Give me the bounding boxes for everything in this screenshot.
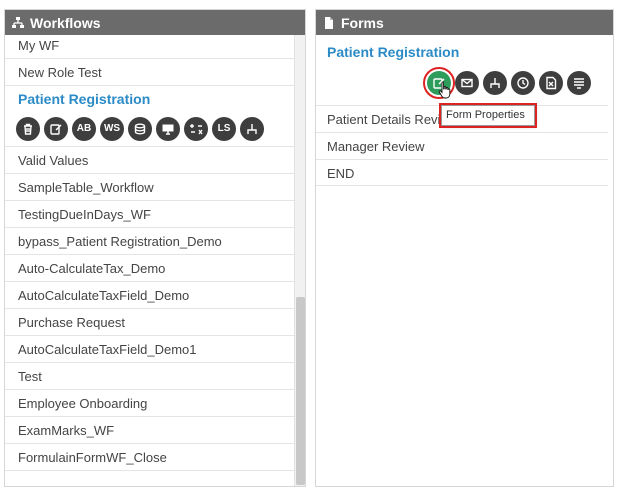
workflow-list-item[interactable]: Purchase Request <box>5 309 295 336</box>
list-icon[interactable] <box>567 71 591 95</box>
workflow-list-item[interactable]: AutoCalculateTaxField_Demo1 <box>5 336 295 363</box>
workflow-list-item[interactable]: Valid Values <box>5 147 295 174</box>
workflow-list-item[interactable]: New Role Test <box>5 59 295 86</box>
ws-icon[interactable]: WS <box>100 116 124 141</box>
workflow-list-item[interactable]: FormulainFormWF_Close <box>5 444 295 471</box>
selected-workflow-title: Patient Registration <box>327 44 460 60</box>
workflow-branch-icon[interactable] <box>240 116 264 141</box>
edit-icon[interactable] <box>44 116 68 141</box>
workflow-scrollbar[interactable] <box>294 35 305 486</box>
trash-icon[interactable] <box>16 116 40 141</box>
workflow-list-item[interactable]: AutoCalculateTaxField_Demo <box>5 282 295 309</box>
forms-title: Forms <box>341 14 384 31</box>
workflow-list-item[interactable]: Test <box>5 363 295 390</box>
ls-icon[interactable]: LS <box>212 116 236 141</box>
forms-panel: Forms Patient Registration Patient Detai… <box>315 9 614 487</box>
monitor-icon[interactable] <box>156 116 180 141</box>
branch-icon[interactable] <box>483 71 507 95</box>
excel-icon[interactable] <box>539 71 563 95</box>
hand-cursor-icon <box>438 81 451 99</box>
workflow-list-item[interactable]: Auto-CalculateTax_Demo <box>5 255 295 282</box>
document-icon <box>325 16 333 29</box>
workflows-panel: Workflows My WF New Role Test Patient Regi… <box>4 9 306 487</box>
workflow-list-item[interactable]: Employee Onboarding <box>5 390 295 417</box>
plus-minus-formula-icon[interactable] <box>184 116 208 141</box>
workflow-list: My WF New Role Test Patient Registration AB… <box>5 35 295 486</box>
form-list-item[interactable]: END <box>316 159 608 186</box>
forms-header: Forms <box>316 10 613 35</box>
workflow-list-item[interactable]: ExamMarks_WF <box>5 417 295 444</box>
ab-icon[interactable]: AB <box>72 116 96 141</box>
workflow-list-item[interactable]: SampleTable_Workflow <box>5 174 295 201</box>
workflows-title: Workflows <box>30 14 101 31</box>
scrollbar-thumb[interactable] <box>296 297 305 485</box>
workflow-list-item-selected[interactable]: Patient Registration <box>5 86 295 111</box>
email-icon[interactable] <box>455 71 479 95</box>
sitemap-icon <box>12 16 24 28</box>
database-icon[interactable] <box>128 116 152 141</box>
workflow-list-item[interactable]: My WF <box>5 35 295 59</box>
form-properties-tooltip: Form Properties <box>439 103 537 128</box>
workflow-toolbar: AB WS LS <box>5 111 295 147</box>
workflows-header: Workflows <box>5 10 305 35</box>
clock-icon[interactable] <box>511 71 535 95</box>
form-list-item[interactable]: Manager Review <box>316 132 608 159</box>
workflow-list-item[interactable]: bypass_Patient Registration_Demo <box>5 228 295 255</box>
workflow-list-item[interactable]: TestingDueInDays_WF <box>5 201 295 228</box>
